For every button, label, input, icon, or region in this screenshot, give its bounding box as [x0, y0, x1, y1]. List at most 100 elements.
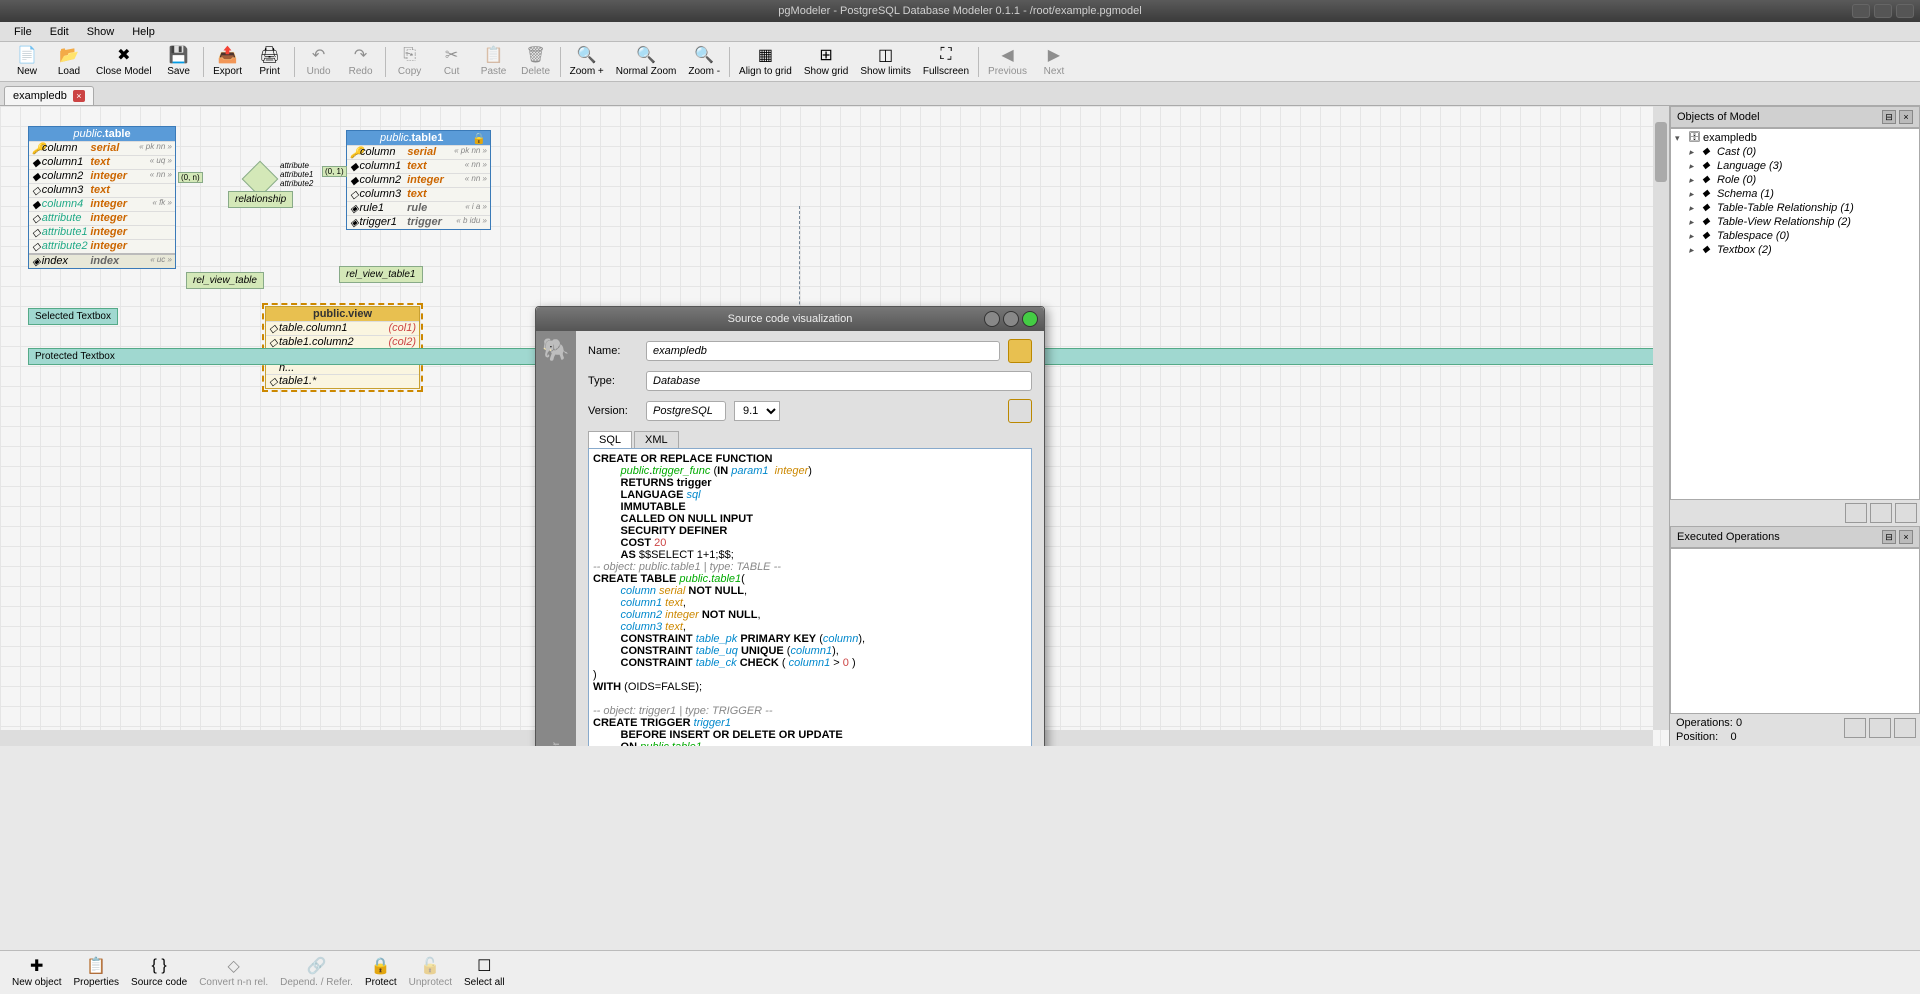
toolbar-zoom-[interactable]: 🔍Zoom + — [564, 44, 610, 79]
rel-attr-1: attribute1 — [280, 170, 313, 179]
toolbar-fullscreen[interactable]: ⛶Fullscreen — [917, 44, 975, 79]
next-icon: ▶ — [1045, 46, 1063, 64]
toolbar-cut: ✂Cut — [431, 44, 473, 79]
print-icon: 🖨 — [261, 46, 279, 64]
executed-ops-list[interactable] — [1670, 548, 1920, 714]
relationship-label[interactable]: relationship — [228, 191, 293, 208]
toolbar-close-model[interactable]: ✖Close Model — [90, 44, 158, 79]
zoom--icon: 🔍 — [695, 46, 713, 64]
dialog-minimize-button[interactable] — [984, 311, 1000, 327]
table-public-table1[interactable]: public.table1 🔒 🔑columnserial« pk nn »◆c… — [346, 130, 491, 230]
bottombar-depend-refer-: 🔗Depend. / Refer. — [274, 955, 359, 990]
rel-view-table-label[interactable]: rel_view_table — [186, 272, 264, 289]
redo-op-button[interactable] — [1869, 718, 1891, 738]
align-to-grid-icon: ▦ — [756, 46, 774, 64]
bottombar-select-all[interactable]: ☐Select all — [458, 955, 511, 990]
source-code-dialog[interactable]: Source code visualization 🐘 pgModeler Na… — [535, 306, 1045, 746]
panel-tree-icon[interactable]: ⊟ — [1882, 110, 1896, 124]
clear-ops-button[interactable] — [1894, 718, 1916, 738]
sql-code-area[interactable]: CREATE OR REPLACE FUNCTION public.trigge… — [588, 448, 1032, 746]
tree-item[interactable]: ▸◆Cast (0) — [1673, 145, 1917, 159]
toolbar-show-grid[interactable]: ⊞Show grid — [798, 44, 854, 79]
tree-item[interactable]: ▸◆Language (3) — [1673, 159, 1917, 173]
rel-view-table1-label[interactable]: rel_view_table1 — [339, 266, 423, 283]
minimize-button[interactable] — [1852, 4, 1870, 18]
tree-item[interactable]: ▸◆Role (0) — [1673, 173, 1917, 187]
panel-tree-icon[interactable]: ⊟ — [1882, 530, 1896, 544]
table-column-row: ◆column2integer« nn » — [29, 169, 175, 183]
objects-panel-footer — [1670, 500, 1920, 526]
toolbar-save[interactable]: 💾Save — [158, 44, 200, 79]
table-column-row: ◆column2integer« nn » — [347, 173, 490, 187]
canvas-wrap: public.table 🔑columnserial« pk nn »◆colu… — [0, 106, 1670, 746]
sql-export-icon[interactable] — [1008, 399, 1032, 423]
tab-xml[interactable]: XML — [634, 431, 679, 448]
toolbar-load[interactable]: 📂Load — [48, 44, 90, 79]
toolbar-align-to-grid[interactable]: ▦Align to grid — [733, 44, 798, 79]
copy-icon: ⎘ — [401, 46, 419, 64]
tab-sql[interactable]: SQL — [588, 431, 632, 448]
doctab-exampledb[interactable]: exampledb × — [4, 86, 94, 105]
name-label: Name: — [588, 345, 638, 357]
tree-item[interactable]: ▸◆Textbox (2) — [1673, 243, 1917, 257]
tree-item[interactable]: ▸◆Table-View Relationship (2) — [1673, 215, 1917, 229]
dialog-maximize-button[interactable] — [1003, 311, 1019, 327]
list-view-button[interactable] — [1870, 503, 1892, 523]
table-title: public.table1 🔒 — [347, 131, 490, 145]
toolbar-zoom-[interactable]: 🔍Zoom - — [682, 44, 726, 79]
table-extra-row: ◈trigger1trigger« b idu » — [347, 215, 490, 229]
table-public-table[interactable]: public.table 🔑columnserial« pk nn »◆colu… — [28, 126, 176, 269]
objects-tree[interactable]: ▾🗄exampledb ▸◆Cast (0)▸◆Language (3)▸◆Ro… — [1670, 128, 1920, 500]
vertical-scrollbar[interactable] — [1653, 106, 1669, 730]
tree-view-button[interactable] — [1845, 503, 1867, 523]
database-icon — [1008, 339, 1032, 363]
table-column-row: ◇column3text — [29, 183, 175, 197]
table-body: 🔑columnserial« pk nn »◆column1text« nn »… — [347, 145, 490, 229]
toolbar-redo: ↷Redo — [340, 44, 382, 79]
dialog-titlebar[interactable]: Source code visualization — [536, 307, 1044, 331]
bottombar-protect[interactable]: 🔒Protect — [359, 955, 403, 990]
tree-item[interactable]: ▸◆Table-Table Relationship (1) — [1673, 201, 1917, 215]
selected-textbox[interactable]: Selected Textbox — [28, 308, 118, 325]
relationship-diamond[interactable] — [247, 166, 273, 192]
tree-item[interactable]: ▸◆Schema (1) — [1673, 187, 1917, 201]
toolbar-show-limits[interactable]: ◫Show limits — [854, 44, 917, 79]
version-select[interactable]: 9.1 — [734, 401, 780, 421]
panel-close-icon[interactable]: × — [1899, 530, 1913, 544]
bottombar-properties[interactable]: 📋Properties — [67, 955, 125, 990]
bottombar-source-code[interactable]: { }Source code — [125, 955, 193, 990]
save-icon: 💾 — [170, 46, 188, 64]
version-field: PostgreSQL — [646, 401, 726, 421]
menu-help[interactable]: Help — [124, 24, 163, 40]
undo-op-button[interactable] — [1844, 718, 1866, 738]
toolbar-print[interactable]: 🖨Print — [249, 44, 291, 79]
toolbar-normal-zoom[interactable]: 🔍Normal Zoom — [610, 44, 683, 79]
new-object-icon: ✚ — [28, 957, 46, 975]
type-label: Type: — [588, 375, 638, 387]
tree-item[interactable]: ▸◆Tablespace (0) — [1673, 229, 1917, 243]
panel-close-icon[interactable]: × — [1899, 110, 1913, 124]
table-column-row: ◆column1text« nn » — [347, 159, 490, 173]
table-column-row: ◆column1text« uq » — [29, 155, 175, 169]
tree-root[interactable]: ▾🗄exampledb — [1673, 131, 1917, 145]
close-button[interactable] — [1896, 4, 1914, 18]
dialog-close-button[interactable] — [1022, 311, 1038, 327]
status-bar: Operations: 0 Position: 0 — [1670, 714, 1920, 746]
table-column-row: ◇attribute2integer — [29, 239, 175, 253]
menu-show[interactable]: Show — [79, 24, 123, 40]
undo-icon: ↶ — [310, 46, 328, 64]
table-title: public.table — [29, 127, 175, 141]
cut-icon: ✂ — [443, 46, 461, 64]
cardinality-0n: (0, n) — [178, 172, 203, 183]
toolbar-new[interactable]: 📄New — [6, 44, 48, 79]
bottombar-new-object[interactable]: ✚New object — [6, 955, 67, 990]
objects-panel-title: Objects of Model — [1677, 111, 1760, 123]
expand-button[interactable] — [1895, 503, 1917, 523]
menu-edit[interactable]: Edit — [42, 24, 77, 40]
close-icon[interactable]: × — [73, 90, 85, 102]
dialog-title: Source code visualization — [728, 313, 853, 325]
operations-value: 0 — [1736, 717, 1742, 729]
maximize-button[interactable] — [1874, 4, 1892, 18]
toolbar-export[interactable]: 📤Export — [207, 44, 249, 79]
menu-file[interactable]: File — [6, 24, 40, 40]
